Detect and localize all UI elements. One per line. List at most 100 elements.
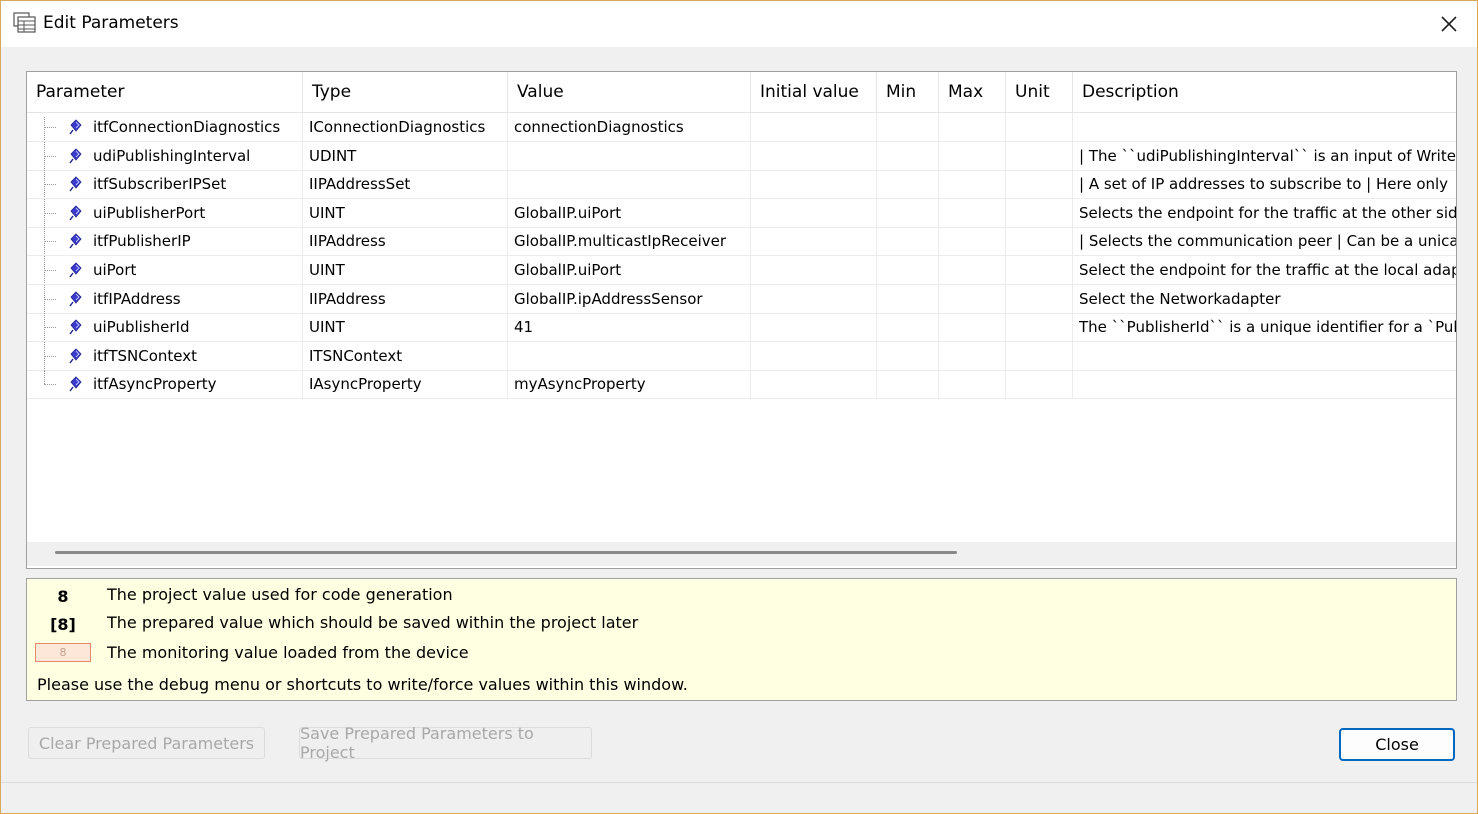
- table-row[interactable]: itfIPAddress IIPAddress GlobalIP.ipAddress…: [27, 284, 1456, 314]
- dialog-title: Edit Parameters: [43, 13, 179, 33]
- min-cell: [877, 284, 939, 313]
- type-cell: UINT: [303, 313, 508, 342]
- value-cell[interactable]: GlobalIP.ipAddressSensor: [508, 284, 751, 313]
- window-close-button[interactable]: [1433, 9, 1465, 39]
- legend-prepared-value-symbol: [8]: [50, 615, 76, 634]
- table-row[interactable]: itfConnectionDiagnostics IConnectionDiagn…: [27, 113, 1456, 142]
- value-cell[interactable]: [508, 170, 751, 199]
- tree-connector: [44, 241, 56, 243]
- column-header-type[interactable]: Type: [303, 72, 508, 112]
- legend-monitoring-value-text: The monitoring value loaded from the dev…: [107, 643, 469, 662]
- value-cell[interactable]: connectionDiagnostics: [508, 113, 751, 141]
- parameters-grid[interactable]: Parameter Type Value Initial value Min M…: [26, 71, 1457, 569]
- parameter-cell: uiPublisherPort: [27, 198, 303, 227]
- min-cell: [877, 227, 939, 256]
- initial-value-cell: [751, 284, 877, 313]
- horizontal-scrollbar[interactable]: [27, 542, 1456, 566]
- legend-project-value-symbol: 8: [57, 587, 69, 606]
- parameter-name: uiPublisherId: [93, 318, 190, 337]
- type-cell: ITSNContext: [303, 341, 508, 370]
- tree-connector: [44, 270, 56, 271]
- status-bar-divider: [1, 782, 1477, 783]
- max-cell: [939, 256, 1006, 284]
- save-prepared-parameters-button[interactable]: Save Prepared Parameters to Project: [299, 724, 592, 762]
- grid-header: Parameter Type Value Initial value Min M…: [27, 72, 1456, 113]
- parameter-cell: itfSubscriberIPSet: [27, 170, 303, 199]
- legend-note: Please use the debug menu or shortcuts t…: [37, 675, 688, 694]
- description-cell: Select the endpoint for the traffic at t…: [1079, 261, 1456, 279]
- unit-cell: [1006, 370, 1073, 399]
- parameter-cell: uiPort: [27, 256, 303, 284]
- parameter-name: itfConnectionDiagnostics: [93, 118, 281, 136]
- table-row[interactable]: udiPublishingInterval UDINT | The ``udiPub…: [27, 141, 1456, 171]
- tree-connector: [44, 298, 56, 300]
- parameter-cell: udiPublishingInterval: [27, 141, 303, 170]
- parameter-name: itfTSNContext: [93, 346, 197, 365]
- column-header-parameter[interactable]: Parameter: [27, 72, 303, 112]
- value-cell[interactable]: myAsyncProperty: [508, 370, 751, 399]
- min-cell: [877, 141, 939, 170]
- type-cell: IIPAddressSet: [303, 170, 508, 199]
- min-cell: [877, 370, 939, 399]
- legend-project-value-text: The project value used for code generati…: [107, 585, 453, 604]
- parameter-pin-icon: [69, 119, 82, 135]
- parameter-pin-icon: [69, 348, 82, 364]
- table-row[interactable]: uiPublisherId UINT 41 The ``PublisherId`` i…: [27, 313, 1456, 343]
- initial-value-cell: [751, 113, 877, 141]
- table-row[interactable]: uiPublisherPort UINT GlobalIP.uiPort Select…: [27, 198, 1456, 228]
- column-header-max[interactable]: Max: [939, 72, 1006, 112]
- parameter-cell: itfTSNContext: [27, 341, 303, 370]
- parameter-pin-icon: [69, 205, 82, 221]
- unit-cell: [1006, 313, 1073, 342]
- column-header-value[interactable]: Value: [508, 72, 751, 112]
- column-header-min[interactable]: Min: [877, 72, 939, 112]
- column-header-unit[interactable]: Unit: [1006, 72, 1073, 112]
- table-row[interactable]: itfAsyncProperty IAsyncProperty myAsyncPro…: [27, 370, 1456, 400]
- initial-value-cell: [751, 170, 877, 199]
- parameter-name: udiPublishingInterval: [93, 146, 251, 165]
- value-cell[interactable]: GlobalIP.uiPort: [508, 256, 751, 284]
- parameter-cell: itfIPAddress: [27, 284, 303, 313]
- value-cell[interactable]: 41: [508, 313, 751, 342]
- value-cell[interactable]: GlobalIP.uiPort: [508, 198, 751, 227]
- type-cell: UDINT: [303, 141, 508, 170]
- description-cell: [1073, 113, 1456, 141]
- parameter-pin-icon: [69, 291, 82, 307]
- type-cell: IAsyncProperty: [303, 370, 508, 399]
- min-cell: [877, 198, 939, 227]
- unit-cell: [1006, 341, 1073, 370]
- legend-prepared-value-text: The prepared value which should be saved…: [107, 613, 639, 632]
- parameter-cell: itfAsyncProperty: [27, 370, 303, 399]
- type-cell: IIPAddress: [303, 227, 508, 256]
- description-cell: Select the Networkadapter: [1079, 289, 1281, 308]
- min-cell: [877, 170, 939, 199]
- initial-value-cell: [751, 256, 877, 284]
- max-cell: [939, 113, 1006, 141]
- column-header-description[interactable]: Description: [1073, 72, 1456, 112]
- table-row[interactable]: itfTSNContext ITSNContext: [27, 341, 1456, 371]
- parameter-pin-icon: [69, 262, 82, 278]
- table-row[interactable]: itfSubscriberIPSet IIPAddressSet | A set o…: [27, 170, 1456, 200]
- scrollbar-thumb[interactable]: [55, 551, 957, 554]
- initial-value-cell: [751, 313, 877, 342]
- max-cell: [939, 170, 1006, 199]
- clear-prepared-parameters-button[interactable]: Clear Prepared Parameters: [28, 727, 265, 759]
- table-row[interactable]: uiPort UINT GlobalIP.uiPort Select the endp…: [27, 256, 1456, 285]
- description-cell: | A set of IP addresses to subscribe to …: [1079, 175, 1449, 194]
- unit-cell: [1006, 284, 1073, 313]
- initial-value-cell: [751, 141, 877, 170]
- parameter-pin-icon: [69, 233, 82, 249]
- tree-connector: [44, 384, 56, 386]
- value-cell[interactable]: [508, 141, 751, 170]
- value-cell[interactable]: GlobalIP.multicastIpReceiver: [508, 227, 751, 256]
- max-cell: [939, 198, 1006, 227]
- column-header-initial-value[interactable]: Initial value: [751, 72, 877, 112]
- value-cell[interactable]: [508, 341, 751, 370]
- unit-cell: [1006, 198, 1073, 227]
- description-cell: Selects the endpoint for the traffic at …: [1079, 203, 1456, 222]
- close-button[interactable]: Close: [1339, 728, 1455, 761]
- parameter-name: uiPort: [93, 261, 137, 279]
- description-cell: [1073, 370, 1456, 398]
- parameter-cell: itfPublisherIP: [27, 227, 303, 256]
- table-row[interactable]: itfPublisherIP IIPAddress GlobalIP.multica…: [27, 227, 1456, 257]
